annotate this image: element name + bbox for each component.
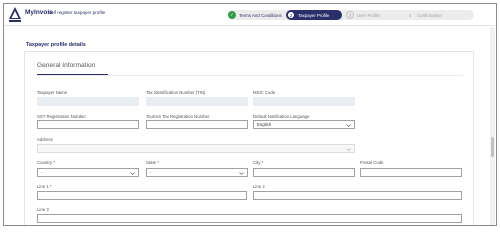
chevron-down-icon — [239, 171, 244, 175]
address-label: Address — [37, 137, 53, 142]
city-label: City * — [253, 160, 264, 165]
notification-language-select[interactable]: English — [253, 120, 355, 129]
chevron-down-icon — [130, 171, 135, 175]
sst-label: SST Registration Number — [37, 114, 86, 119]
chevron-down-icon — [346, 147, 351, 151]
step-number: 3 — [346, 11, 354, 19]
selected-value: - — [41, 170, 43, 175]
step-label: User Profile — [357, 12, 380, 18]
step-label: Taxpayer Profile — [298, 12, 330, 18]
state-label: State * — [146, 160, 159, 165]
selected-value: - — [150, 170, 152, 175]
postal-code-input[interactable] — [360, 168, 462, 177]
top-header: MyInvois Self register taxpayer profile … — [4, 4, 496, 26]
section-title: General Information — [37, 62, 96, 69]
scrollbar-thumb[interactable] — [491, 137, 494, 157]
general-information-card: General Information Taxpayer Name Tax Id… — [24, 51, 474, 225]
divider — [37, 75, 463, 76]
line3-label: Line 3 — [37, 207, 49, 212]
step-confirmation: 4 Confirmation — [406, 10, 442, 20]
app-window: MyInvois Self register taxpayer profile … — [3, 3, 497, 226]
chevron-down-icon — [346, 123, 351, 127]
tin-label: Tax Identification Number (TIN) — [146, 90, 206, 95]
tourism-tax-input[interactable] — [146, 120, 248, 129]
step-label: Terms And Conditions — [239, 12, 282, 18]
address-select[interactable] — [37, 144, 355, 153]
tourism-tax-label: Tourism Tax Registration Number — [146, 114, 210, 119]
page-title: Taxpayer profile details — [26, 42, 86, 48]
msic-code-field — [253, 97, 355, 106]
city-input[interactable] — [253, 168, 355, 177]
registration-stepper: ✓ Terms And Conditions 2 Taxpayer Profil… — [228, 10, 474, 20]
step-taxpayer-profile: 2 Taxpayer Profile — [286, 10, 342, 20]
taxpayer-name-label: Taxpayer Name — [37, 90, 68, 95]
msic-code-label: MSIC Code — [253, 90, 276, 95]
step-label: Confirmation — [417, 12, 442, 18]
step-terms: ✓ Terms And Conditions — [228, 10, 290, 20]
page-scrollbar[interactable] — [490, 27, 495, 225]
line3-input[interactable] — [37, 214, 462, 223]
line2-input[interactable] — [253, 191, 462, 200]
postal-code-label: Postal Code — [360, 160, 384, 165]
tin-field — [146, 97, 248, 106]
app-subtitle: Self register taxpayer profile — [48, 10, 106, 15]
step-user-profile: 3 User Profile — [346, 10, 380, 20]
sst-input[interactable] — [37, 120, 139, 129]
selected-value: English — [257, 122, 272, 127]
lhdn-logo — [9, 7, 21, 22]
taxpayer-name-field — [37, 97, 139, 106]
state-select[interactable]: - — [146, 168, 248, 177]
country-label: Country * — [37, 160, 55, 165]
line2-label: Line 2 — [253, 184, 265, 189]
country-select[interactable]: - — [37, 168, 139, 177]
line1-input[interactable] — [37, 191, 247, 200]
notification-language-label: Default Notification Language — [253, 114, 310, 119]
check-icon: ✓ — [228, 11, 236, 19]
step-number: 2 — [287, 11, 295, 19]
step-number: 4 — [408, 12, 412, 18]
line1-label: Line 1 * — [37, 184, 52, 189]
